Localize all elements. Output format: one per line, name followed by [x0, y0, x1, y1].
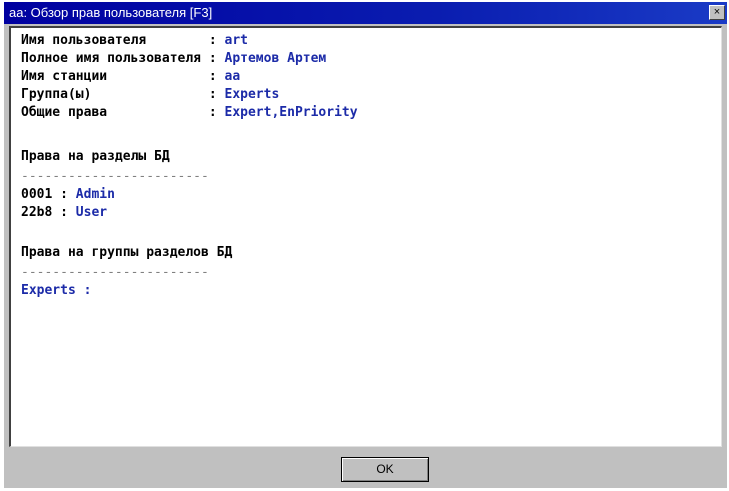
db-rights-separator: : — [52, 187, 76, 202]
dialog-footer: OK — [4, 448, 727, 488]
field-label: Общие права — [21, 105, 209, 120]
field-label: Имя станции — [21, 69, 209, 84]
field-row-station-name: Имя станции : aa — [21, 68, 240, 86]
field-label: Имя пользователя — [21, 33, 209, 48]
db-rights-divider: ------------------------ — [21, 169, 209, 184]
field-label: Группа(ы) — [21, 87, 209, 102]
db-rights-item: 0001 : Admin — [21, 186, 115, 204]
field-row-user-name: Имя пользователя : art — [21, 32, 248, 50]
db-rights-code: 0001 — [21, 187, 53, 202]
field-value: Experts — [224, 87, 280, 102]
field-separator: : — [208, 69, 225, 84]
db-group-rights-divider: ------------------------ — [21, 265, 209, 280]
field-separator: : — [208, 33, 225, 48]
close-icon[interactable]: × — [709, 5, 725, 20]
db-group-rights-heading: Права на группы разделов БД — [21, 245, 233, 260]
db-rights-code: 22b8 — [21, 205, 53, 220]
field-row-groups: Группа(ы) : Experts — [21, 86, 279, 104]
field-value: Expert,EnPriority — [224, 105, 358, 120]
ok-button[interactable]: OK — [341, 457, 429, 482]
rights-content-area: Имя пользователя : art Полное имя пользо… — [9, 26, 722, 447]
window-title: aa: Обзор прав пользователя [F3] — [9, 5, 213, 20]
field-value: art — [224, 33, 248, 48]
field-row-full-name: Полное имя пользователя : Артемов Артем — [21, 50, 326, 68]
field-value: aa — [224, 69, 241, 84]
db-rights-item: 22b8 : User — [21, 204, 107, 222]
field-value: Артемов Артем — [224, 51, 327, 66]
field-separator: : — [208, 105, 225, 120]
db-rights-value: User — [75, 205, 108, 220]
db-rights-separator: : — [52, 205, 76, 220]
field-separator: : — [208, 87, 225, 102]
db-group-rights-item: Experts : — [21, 283, 92, 298]
field-label: Полное имя пользователя — [21, 51, 209, 66]
db-rights-heading: Права на разделы БД — [21, 149, 170, 164]
field-row-common-rights: Общие права : Expert,EnPriority — [21, 104, 358, 122]
title-bar[interactable]: aa: Обзор прав пользователя [F3] × — [4, 2, 727, 24]
field-separator: : — [208, 51, 225, 66]
user-rights-dialog: aa: Обзор прав пользователя [F3] × Имя п… — [4, 2, 727, 488]
db-rights-value: Admin — [75, 187, 115, 202]
